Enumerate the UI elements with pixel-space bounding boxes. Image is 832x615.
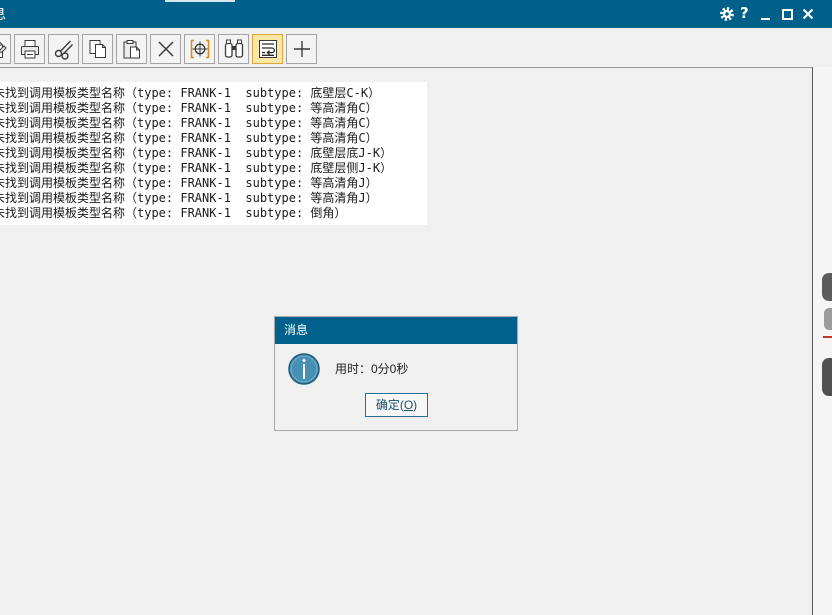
crosshair-icon bbox=[190, 39, 209, 59]
background-viewport-peek bbox=[821, 270, 832, 400]
document-icon bbox=[0, 42, 7, 58]
peek-red-line bbox=[823, 336, 832, 338]
ok-button[interactable]: 确定(O) bbox=[365, 393, 428, 417]
copy-icon bbox=[89, 40, 106, 58]
window-title-bar[interactable]: 息 ? bbox=[0, 0, 832, 28]
print-button[interactable] bbox=[14, 34, 45, 64]
log-lines: 未找到调用模板类型名称（type: FRANK-1 subtype: 底壁层C-… bbox=[0, 82, 427, 221]
log-line: 未找到调用模板类型名称（type: FRANK-1 subtype: 等高清角C… bbox=[0, 101, 378, 115]
log-line: 未找到调用模板类型名称（type: FRANK-1 subtype: 底壁层C-… bbox=[0, 86, 381, 100]
window-title: 息 bbox=[0, 6, 6, 22]
peek-shape bbox=[822, 273, 832, 301]
plus-icon bbox=[293, 41, 310, 57]
gear-icon[interactable] bbox=[719, 6, 735, 22]
wrap-text-button[interactable] bbox=[252, 34, 283, 64]
log-line: 未找到调用模板类型名称（type: FRANK-1 subtype: 等高清角J… bbox=[0, 191, 378, 205]
log-line: 未找到调用模板类型名称（type: FRANK-1 subtype: 等高清角J… bbox=[0, 176, 378, 190]
paste-button[interactable] bbox=[116, 34, 147, 64]
locate-button[interactable] bbox=[184, 34, 215, 64]
paste-icon bbox=[123, 40, 140, 59]
title-bar-glint bbox=[165, 0, 235, 2]
log-line: 未找到调用模板类型名称（type: FRANK-1 subtype: 等高清角C… bbox=[0, 116, 378, 130]
ok-label-suffix: ) bbox=[413, 398, 418, 412]
log-line: 未找到调用模板类型名称（type: FRANK-1 subtype: 底壁层底J… bbox=[0, 146, 393, 160]
log-line: 未找到调用模板类型名称（type: FRANK-1 subtype: 等高清角C… bbox=[0, 131, 378, 145]
toolbar bbox=[0, 28, 832, 67]
cut-button[interactable] bbox=[48, 34, 79, 64]
delete-button[interactable] bbox=[150, 34, 181, 64]
dialog-message: 用时：0分0秒 bbox=[335, 362, 409, 376]
scissors-icon bbox=[54, 40, 73, 60]
help-icon[interactable]: ? bbox=[740, 5, 749, 22]
close-icon[interactable] bbox=[802, 8, 814, 20]
minimize-icon[interactable] bbox=[761, 18, 770, 20]
delete-icon bbox=[157, 41, 174, 57]
message-dialog: 消息 用时：0分0秒 确定(O) bbox=[274, 316, 518, 431]
print-icon bbox=[20, 40, 39, 59]
info-icon bbox=[288, 353, 320, 385]
dialog-title-bar[interactable]: 消息 bbox=[275, 317, 517, 344]
ok-label-prefix: 确定( bbox=[375, 398, 404, 412]
ok-mnemonic: O bbox=[403, 398, 414, 412]
binoculars-icon bbox=[224, 39, 243, 58]
add-button[interactable] bbox=[286, 34, 317, 64]
log-output: 未找到调用模板类型名称（type: FRANK-1 subtype: 底壁层C-… bbox=[0, 82, 427, 225]
peek-shape bbox=[822, 358, 832, 396]
wrap-text-icon bbox=[258, 40, 277, 58]
copy-button[interactable] bbox=[82, 34, 113, 64]
peek-shape bbox=[824, 308, 832, 330]
find-button[interactable] bbox=[218, 34, 249, 64]
dialog-title: 消息 bbox=[284, 323, 309, 337]
log-line: 未找到调用模板类型名称（type: FRANK-1 subtype: 底壁层侧J… bbox=[0, 161, 393, 175]
maximize-icon[interactable] bbox=[782, 9, 793, 20]
log-line: 未找到调用模板类型名称（type: FRANK-1 subtype: 倒角） bbox=[0, 206, 347, 220]
document-button[interactable] bbox=[0, 34, 11, 64]
